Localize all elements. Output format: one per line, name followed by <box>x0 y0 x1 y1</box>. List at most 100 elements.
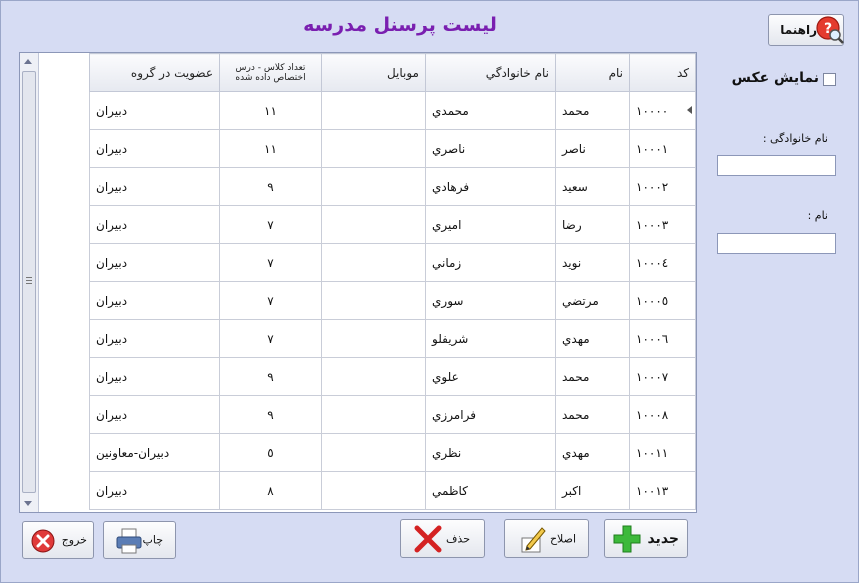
table-header-row: کد نام نام خانوادگي موبايل تعداد كلاس - … <box>89 53 696 92</box>
cell-class-count[interactable]: ٧ <box>219 205 322 244</box>
cell-family[interactable]: محمدي <box>425 91 556 130</box>
table-row[interactable]: ١٠٠٠١ ناصر ناصري ١١ دبيران <box>89 129 696 168</box>
table-row[interactable]: ١٠٠٠٧ محمد علوي ٩ دبيران <box>89 357 696 396</box>
scroll-up-icon[interactable] <box>24 59 32 64</box>
cell-name[interactable]: نويد <box>555 243 630 282</box>
table-row[interactable]: ١٠٠٠٨ محمد فرامرزي ٩ دبيران <box>89 395 696 434</box>
cell-mobile[interactable] <box>321 243 426 282</box>
cell-class-count[interactable]: ٩ <box>219 357 322 396</box>
cell-class-count[interactable]: ٥ <box>219 433 322 472</box>
cell-mobile[interactable] <box>321 205 426 244</box>
cell-group[interactable]: دبيران <box>89 471 220 510</box>
cell-name[interactable]: سعيد <box>555 167 630 206</box>
cell-mobile[interactable] <box>321 281 426 320</box>
col-header-class-count[interactable]: تعداد كلاس - درس اختصاص داده شده <box>219 53 322 92</box>
cell-mobile[interactable] <box>321 357 426 396</box>
cell-class-count[interactable]: ١١ <box>219 129 322 168</box>
table-row[interactable]: ١٠٠٠٢ سعيد فرهادي ٩ دبيران <box>89 167 696 206</box>
cell-name[interactable]: محمد <box>555 357 630 396</box>
cell-group[interactable]: دبيران <box>89 243 220 282</box>
cell-mobile[interactable] <box>321 471 426 510</box>
cell-class-count[interactable]: ٩ <box>219 395 322 434</box>
cell-family[interactable]: نظري <box>425 433 556 472</box>
show-photo-checkbox-box[interactable] <box>823 73 836 86</box>
cell-name[interactable]: محمد <box>555 395 630 434</box>
col-header-group[interactable]: عضويت در گروه <box>89 53 220 92</box>
table-row[interactable]: ١٠٠١١ مهدي نظري ٥ دبيران-معاونين <box>89 433 696 472</box>
cell-code[interactable]: ١٠٠٠٨ <box>629 395 696 434</box>
table-row[interactable]: ١٠٠٠٣ رضا اميري ٧ دبيران <box>89 205 696 244</box>
table-row[interactable]: ١٠٠٠٦ مهدي شريفلو ٧ دبيران <box>89 319 696 358</box>
cell-group[interactable]: دبيران <box>89 205 220 244</box>
table-row[interactable]: ١٠٠٠٠ محمد محمدي ١١ دبيران <box>89 91 696 130</box>
cell-name[interactable]: مرتضي <box>555 281 630 320</box>
cell-name[interactable]: محمد <box>555 91 630 130</box>
new-button[interactable]: جديد <box>604 519 688 558</box>
scroll-thumb[interactable] <box>22 71 36 493</box>
family-name-label: نام خانوادگی : <box>762 132 828 145</box>
col-header-name[interactable]: نام <box>555 53 630 92</box>
cell-family[interactable]: اميري <box>425 205 556 244</box>
cell-class-count[interactable]: ١١ <box>219 91 322 130</box>
cell-code[interactable]: ١٠٠٠١ <box>629 129 696 168</box>
delete-button[interactable]: حذف <box>400 519 485 558</box>
cell-name[interactable]: مهدي <box>555 319 630 358</box>
cell-code[interactable]: ١٠٠٠٧ <box>629 357 696 396</box>
table-row[interactable]: ١٠٠٠٥ مرتضي سوري ٧ دبيران <box>89 281 696 320</box>
cell-group[interactable]: دبيران <box>89 357 220 396</box>
cell-group[interactable]: دبيران <box>89 129 220 168</box>
cell-family[interactable]: زماني <box>425 243 556 282</box>
cell-group[interactable]: دبيران-معاونين <box>89 433 220 472</box>
cell-family[interactable]: علوي <box>425 357 556 396</box>
cell-group[interactable]: دبيران <box>89 319 220 358</box>
cell-group[interactable]: دبيران <box>89 395 220 434</box>
cell-code[interactable]: ١٠٠١٣ <box>629 471 696 510</box>
cell-mobile[interactable] <box>321 319 426 358</box>
cell-family[interactable]: ناصري <box>425 129 556 168</box>
cell-code[interactable]: ١٠٠٠٣ <box>629 205 696 244</box>
cell-mobile[interactable] <box>321 129 426 168</box>
cell-code[interactable]: ١٠٠٠٤ <box>629 243 696 282</box>
cell-code[interactable]: ١٠٠٠٦ <box>629 319 696 358</box>
cell-family[interactable]: كاظمي <box>425 471 556 510</box>
cell-class-count[interactable]: ٨ <box>219 471 322 510</box>
col-header-mobile[interactable]: موبايل <box>321 53 426 92</box>
exit-button[interactable]: خروج <box>22 521 94 559</box>
cell-class-count[interactable]: ٧ <box>219 281 322 320</box>
personnel-grid[interactable]: کد نام نام خانوادگي موبايل تعداد كلاس - … <box>19 52 697 513</box>
cell-code[interactable]: ١٠٠١١ <box>629 433 696 472</box>
cell-class-count[interactable]: ٧ <box>219 319 322 358</box>
cell-code[interactable]: ١٠٠٠٥ <box>629 281 696 320</box>
current-row-indicator-icon <box>687 106 692 114</box>
table-row[interactable]: ١٠٠١٣ اكبر كاظمي ٨ دبيران <box>89 471 696 510</box>
cell-name[interactable]: اكبر <box>555 471 630 510</box>
col-header-code[interactable]: کد <box>629 53 696 92</box>
cell-mobile[interactable] <box>321 167 426 206</box>
cell-mobile[interactable] <box>321 433 426 472</box>
edit-button[interactable]: اصلاح <box>504 519 589 558</box>
cell-group[interactable]: دبيران <box>89 91 220 130</box>
cell-mobile[interactable] <box>321 91 426 130</box>
col-header-family[interactable]: نام خانوادگي <box>425 53 556 92</box>
scroll-down-icon[interactable] <box>24 501 32 506</box>
cell-family[interactable]: فرهادي <box>425 167 556 206</box>
cell-group[interactable]: دبيران <box>89 167 220 206</box>
cell-name[interactable]: مهدي <box>555 433 630 472</box>
table-row[interactable]: ١٠٠٠٤ نويد زماني ٧ دبيران <box>89 243 696 282</box>
help-button[interactable]: راهنما ? <box>768 14 844 46</box>
print-button[interactable]: چاپ <box>103 521 176 559</box>
cell-family[interactable]: سوري <box>425 281 556 320</box>
family-name-field[interactable] <box>717 155 836 176</box>
cell-code[interactable]: ١٠٠٠٠ <box>629 91 696 130</box>
name-field[interactable] <box>717 233 836 254</box>
cell-class-count[interactable]: ٩ <box>219 167 322 206</box>
vertical-scrollbar[interactable] <box>20 53 39 512</box>
cell-family[interactable]: شريفلو <box>425 319 556 358</box>
cell-name[interactable]: رضا <box>555 205 630 244</box>
cell-mobile[interactable] <box>321 395 426 434</box>
cell-name[interactable]: ناصر <box>555 129 630 168</box>
cell-code[interactable]: ١٠٠٠٢ <box>629 167 696 206</box>
cell-group[interactable]: دبيران <box>89 281 220 320</box>
cell-class-count[interactable]: ٧ <box>219 243 322 282</box>
cell-family[interactable]: فرامرزي <box>425 395 556 434</box>
